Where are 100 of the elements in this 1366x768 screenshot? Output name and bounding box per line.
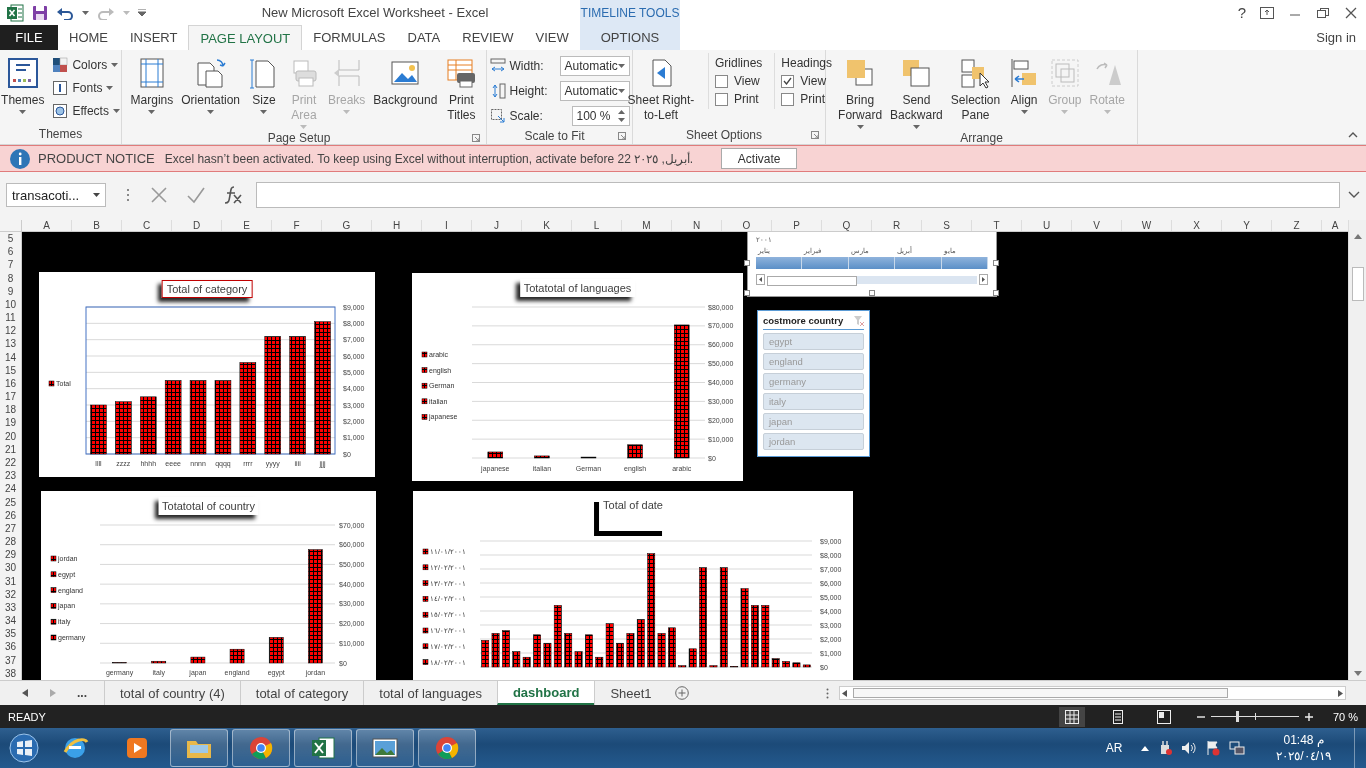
ribbon-button[interactable]: Fonts: [49, 78, 123, 98]
row-header[interactable]: 13: [0, 337, 21, 351]
row-header[interactable]: 37: [0, 653, 21, 667]
ribbon-button[interactable]: Margins: [127, 53, 177, 116]
row-header[interactable]: 12: [0, 324, 21, 338]
slider-thumb[interactable]: [1236, 711, 1240, 722]
clock-time[interactable]: 01:48 م: [1283, 732, 1324, 748]
more-options-icon[interactable]: [826, 687, 829, 699]
row-header[interactable]: 20: [0, 429, 21, 443]
insert-function-icon[interactable]: [222, 185, 244, 205]
column-header[interactable]: R: [872, 220, 922, 231]
spin-field[interactable]: 100 %: [571, 106, 630, 126]
dialog-launcher-icon[interactable]: [618, 131, 626, 140]
taskbar-button[interactable]: [418, 729, 476, 767]
taskbar-button[interactable]: [232, 729, 290, 767]
ribbon-tab[interactable]: DATA: [396, 25, 452, 50]
column-header[interactable]: W: [1122, 220, 1172, 231]
ribbon-tab[interactable]: FILE: [0, 25, 58, 50]
zoom-in-icon[interactable]: [1304, 712, 1313, 721]
row-header[interactable]: 24: [0, 482, 21, 496]
row-header[interactable]: 7: [0, 258, 21, 272]
scroll-up-icon[interactable]: [1353, 234, 1362, 239]
checkbox[interactable]: [714, 92, 728, 106]
column-header[interactable]: C: [122, 220, 172, 231]
column-header[interactable]: A: [1322, 220, 1348, 231]
row-header[interactable]: 14: [0, 350, 21, 364]
scroll-down-icon[interactable]: [1353, 671, 1362, 676]
resize-handle[interactable]: [744, 260, 750, 266]
row-header[interactable]: 32: [0, 587, 21, 601]
column-header[interactable]: U: [1022, 220, 1072, 231]
column-header[interactable]: S: [922, 220, 972, 231]
network-icon[interactable]: [1229, 740, 1246, 756]
column-header[interactable]: F: [272, 220, 322, 231]
row-header[interactable]: 30: [0, 561, 21, 575]
column-header[interactable]: X: [1172, 220, 1222, 231]
name-box[interactable]: transacoti...: [6, 183, 106, 207]
ribbon-button[interactable]: Orientation: [178, 53, 243, 116]
column-header[interactable]: P: [772, 220, 822, 231]
column-header[interactable]: I: [422, 220, 472, 231]
column-header[interactable]: J: [472, 220, 522, 231]
more-sheets-button[interactable]: ...: [77, 686, 104, 700]
column-header[interactable]: L: [572, 220, 622, 231]
ribbon-button[interactable]: Colors: [49, 55, 123, 75]
ribbon-button[interactable]: Size: [245, 53, 283, 116]
excel-logo-icon[interactable]: [6, 3, 24, 22]
column-header[interactable]: N: [672, 220, 722, 231]
normal-view-icon[interactable]: [1064, 709, 1079, 724]
ribbon-button[interactable]: Align: [1005, 53, 1044, 116]
ribbon-tab[interactable]: HOME: [58, 25, 119, 50]
column-header[interactable]: K: [522, 220, 572, 231]
power-plug-icon[interactable]: [1158, 740, 1173, 756]
scroll-left-icon[interactable]: [842, 689, 847, 697]
column-header[interactable]: Y: [1222, 220, 1272, 231]
sheet-tab[interactable]: dashboard: [496, 681, 595, 705]
new-sheet-icon[interactable]: [674, 686, 689, 700]
row-header[interactable]: 36: [0, 640, 21, 654]
column-header[interactable]: G: [322, 220, 372, 231]
maximize-icon[interactable]: [1316, 6, 1330, 19]
taskbar-button[interactable]: [170, 729, 228, 767]
checkbox[interactable]: [781, 74, 795, 88]
ribbon-tab[interactable]: REVIEW: [451, 25, 525, 50]
input-language[interactable]: AR: [1105, 741, 1123, 755]
formula-input[interactable]: [256, 182, 1340, 208]
ribbon-tab[interactable]: FORMULAS: [302, 25, 397, 50]
ribbon-button[interactable]: Background: [370, 53, 441, 110]
save-icon[interactable]: [32, 4, 48, 21]
timeline-scrollbar[interactable]: [767, 275, 977, 284]
row-header[interactable]: 10: [0, 297, 21, 312]
speaker-icon[interactable]: [1181, 741, 1198, 755]
close-icon[interactable]: [1344, 6, 1358, 19]
row-header[interactable]: 22: [0, 456, 21, 470]
customize-menu-icon[interactable]: [138, 9, 146, 16]
page-break-view-icon[interactable]: [1156, 709, 1171, 724]
column-header[interactable]: O: [722, 220, 772, 231]
row-header[interactable]: 5: [0, 232, 21, 246]
taskbar-button[interactable]: [356, 729, 414, 767]
more-options-icon[interactable]: [126, 188, 130, 202]
column-header[interactable]: M: [622, 220, 672, 231]
row-header[interactable]: 21: [0, 442, 21, 456]
row-header[interactable]: 9: [0, 284, 21, 298]
ribbon-button[interactable]: Themes: [0, 53, 48, 116]
row-header[interactable]: 17: [0, 390, 21, 404]
ribbon-button[interactable]: Send Backward: [887, 53, 946, 131]
collapse-ribbon-icon[interactable]: [1348, 132, 1358, 138]
taskbar-button[interactable]: [294, 729, 352, 767]
ribbon-button[interactable]: Effects: [49, 101, 123, 121]
row-header[interactable]: 29: [0, 548, 21, 562]
resize-handle[interactable]: [993, 290, 999, 296]
ribbon-display-icon[interactable]: [1260, 6, 1274, 19]
undo-icon[interactable]: [56, 5, 74, 20]
help-button[interactable]: ?: [1237, 4, 1246, 21]
dropdown-field[interactable]: Automatic: [559, 56, 630, 76]
checkbox[interactable]: [714, 74, 728, 88]
ribbon-button[interactable]: Selection Pane: [947, 53, 1004, 125]
row-header[interactable]: 35: [0, 627, 21, 641]
column-header[interactable]: Z: [1272, 220, 1322, 231]
row-header[interactable]: 15: [0, 363, 21, 377]
row-header[interactable]: 25: [0, 495, 21, 509]
ribbon-button[interactable]: Print Titles: [442, 53, 481, 125]
column-header[interactable]: E: [222, 220, 272, 231]
